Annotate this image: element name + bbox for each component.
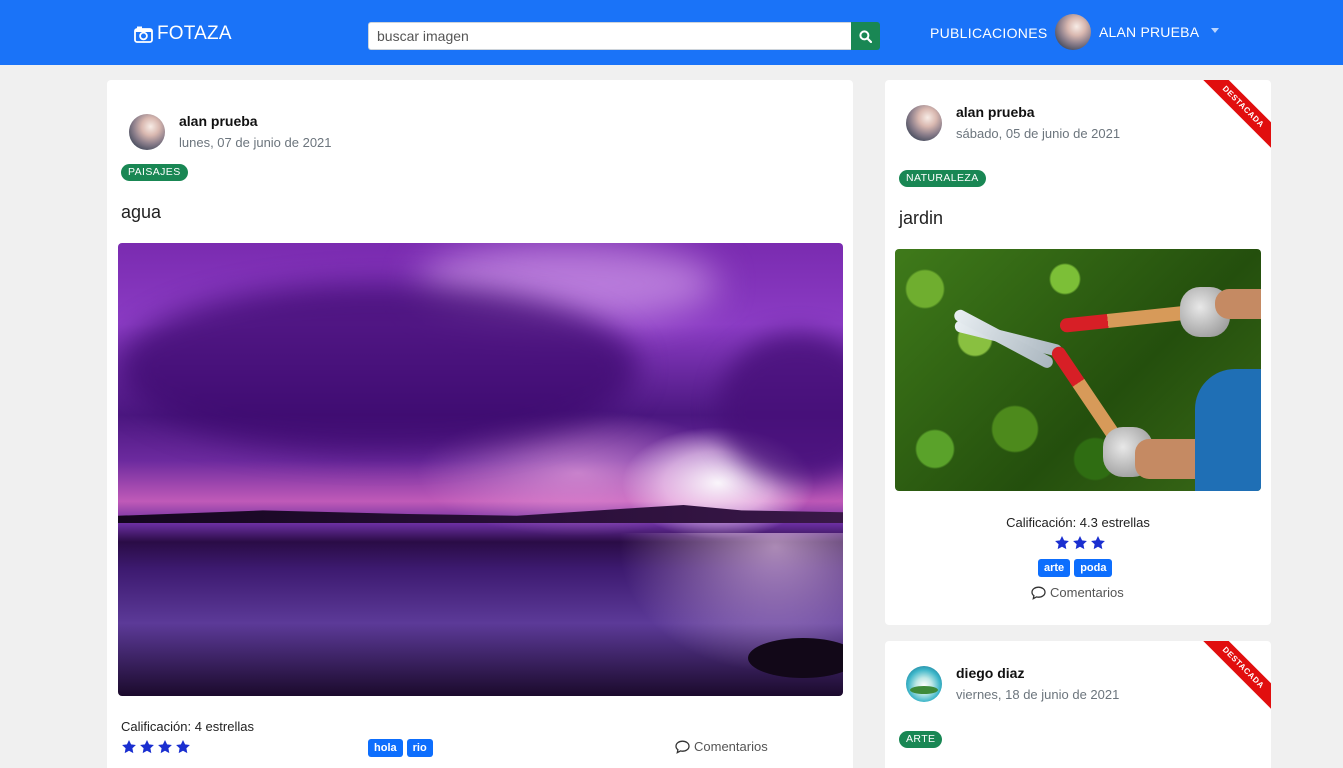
post-header: diego diaz viernes, 18 de junio de 2021 — [906, 664, 1119, 704]
post-title: agua — [121, 202, 162, 222]
chevron-down-icon — [1211, 27, 1220, 33]
category-badge: NATURALEZA — [899, 170, 986, 187]
category-badge: PAISAJES — [121, 164, 188, 181]
author-name[interactable]: alan prueba — [179, 112, 332, 130]
user-menu-toggle[interactable]: ALAN PRUEBA — [1055, 14, 1220, 50]
post-card: alan prueba lunes, 07 de junio de 2021 P… — [107, 80, 853, 768]
post-date: lunes, 07 de junio de 2021 — [179, 135, 332, 150]
featured-post-card: alan prueba sábado, 05 de junio de 2021 … — [885, 80, 1271, 625]
category-badge: ARTE — [899, 731, 943, 748]
author-avatar[interactable] — [129, 114, 165, 150]
user-avatar — [1055, 14, 1091, 50]
post-date: viernes, 18 de junio de 2021 — [956, 687, 1120, 702]
tag-badge[interactable]: poda — [1074, 559, 1113, 577]
featured-ribbon: DESTACADA — [1201, 80, 1271, 149]
star-icon — [158, 740, 172, 754]
user-name: ALAN PRUEBA — [1099, 24, 1200, 40]
star-icon — [1073, 536, 1087, 550]
comments-label: Comentarios — [1050, 585, 1124, 600]
speech-bubble-icon — [675, 740, 690, 754]
author-avatar[interactable] — [906, 666, 942, 702]
rating-label: Calificación: 4 estrellas — [121, 719, 254, 734]
star-icon — [1055, 536, 1069, 550]
brand-name: FOTAZA — [157, 23, 232, 44]
author-name[interactable]: alan prueba — [956, 103, 1120, 121]
post-header: alan prueba lunes, 07 de junio de 2021 — [129, 112, 332, 152]
post-image[interactable] — [118, 243, 843, 696]
navbar: FOTAZA PUBLICACIONES ALAN PRUEBA — [0, 0, 1343, 65]
star-icon — [140, 740, 154, 754]
post-header: alan prueba sábado, 05 de junio de 2021 — [906, 103, 1120, 143]
featured-ribbon: DESTACADA — [1201, 641, 1271, 710]
star-icon — [1091, 536, 1105, 550]
tag-badge[interactable]: arte — [1038, 559, 1071, 577]
rating-label: Calificación: 4.3 estrellas — [1006, 515, 1150, 530]
nav-publications-link[interactable]: PUBLICACIONES — [930, 25, 1048, 41]
search-button[interactable] — [851, 22, 880, 50]
rating-stars — [121, 739, 191, 755]
search-icon — [859, 29, 872, 43]
rating-stars — [1054, 535, 1106, 551]
speech-bubble-icon — [1031, 586, 1046, 600]
comments-label: Comentarios — [694, 739, 768, 754]
comments-link[interactable]: Comentarios — [1031, 585, 1124, 600]
tag-list: arte poda — [1038, 559, 1113, 577]
search-input[interactable] — [368, 22, 851, 50]
author-avatar[interactable] — [906, 105, 942, 141]
post-title: jardin — [899, 208, 944, 228]
post-image[interactable] — [895, 249, 1261, 491]
post-date: sábado, 05 de junio de 2021 — [956, 126, 1121, 141]
tag-badge[interactable]: rio — [406, 739, 433, 757]
brand-logo[interactable]: FOTAZA — [134, 22, 232, 46]
comments-link[interactable]: Comentarios — [675, 739, 768, 754]
camera-icon — [134, 26, 153, 43]
star-icon — [122, 740, 136, 754]
star-icon — [176, 740, 190, 754]
tag-list: hola rio — [368, 739, 433, 757]
tag-badge[interactable]: hola — [368, 739, 403, 757]
featured-post-card: diego diaz viernes, 18 de junio de 2021 … — [885, 641, 1271, 768]
author-name[interactable]: diego diaz — [956, 664, 1119, 682]
